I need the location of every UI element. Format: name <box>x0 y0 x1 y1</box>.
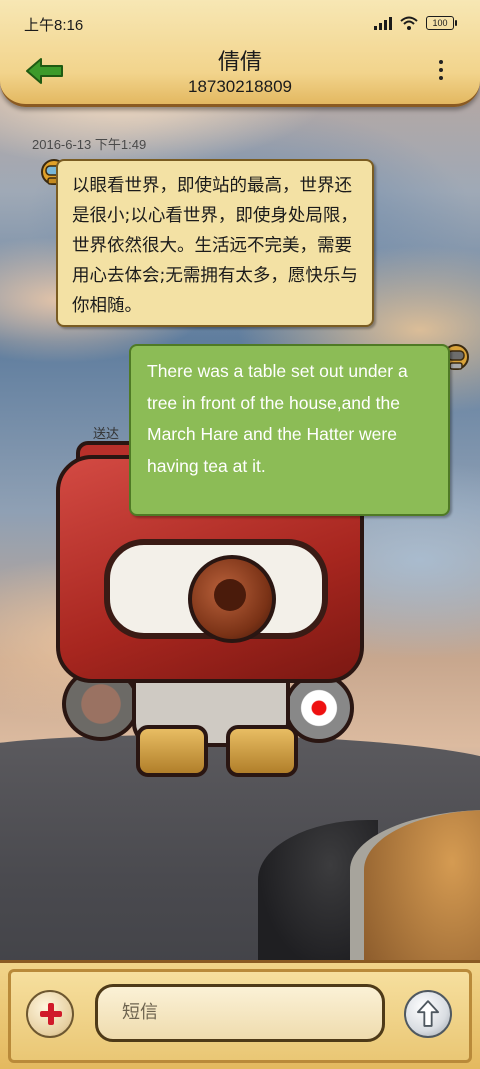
incoming-message-text: 以眼看世界，即使站的最高，世界还是很小;以心看世界，即使身处局限，世界依然很大。… <box>72 176 358 316</box>
message-input[interactable]: 短信 <box>95 984 385 1042</box>
wifi-icon <box>400 16 418 30</box>
robot-left-foot <box>136 725 208 777</box>
arrow-up-icon <box>417 1000 439 1027</box>
robot-visor <box>104 539 328 643</box>
message-timestamp: 2016-6-13 下午1:49 <box>32 137 147 152</box>
contact-number: 18730218809 <box>187 77 292 96</box>
outgoing-message-bubble[interactable]: There was a table set out under a tree i… <box>129 344 450 516</box>
robot-eye <box>188 555 276 643</box>
app-header: 上午8:16 100 倩倩 18730218809 <box>0 0 480 107</box>
add-attachment-button[interactable] <box>26 990 74 1038</box>
contact-name: 倩倩 <box>217 50 262 75</box>
status-icons: 100 <box>374 14 457 32</box>
robot-right-foot <box>226 725 298 777</box>
send-button[interactable] <box>404 990 452 1038</box>
robot-pupil <box>214 579 246 611</box>
battery-icon: 100 <box>426 16 457 30</box>
incoming-message-bubble[interactable]: 以眼看世界，即使站的最高，世界还是很小;以心看世界，即使身处局限，世界依然很大。… <box>56 159 374 327</box>
signal-icon <box>374 16 392 30</box>
outgoing-message-text: There was a table set out under a tree i… <box>147 361 408 476</box>
delivery-status: 送达 <box>93 427 120 442</box>
more-vertical-icon[interactable] <box>436 60 446 84</box>
status-time: 上午8:16 <box>24 17 84 34</box>
